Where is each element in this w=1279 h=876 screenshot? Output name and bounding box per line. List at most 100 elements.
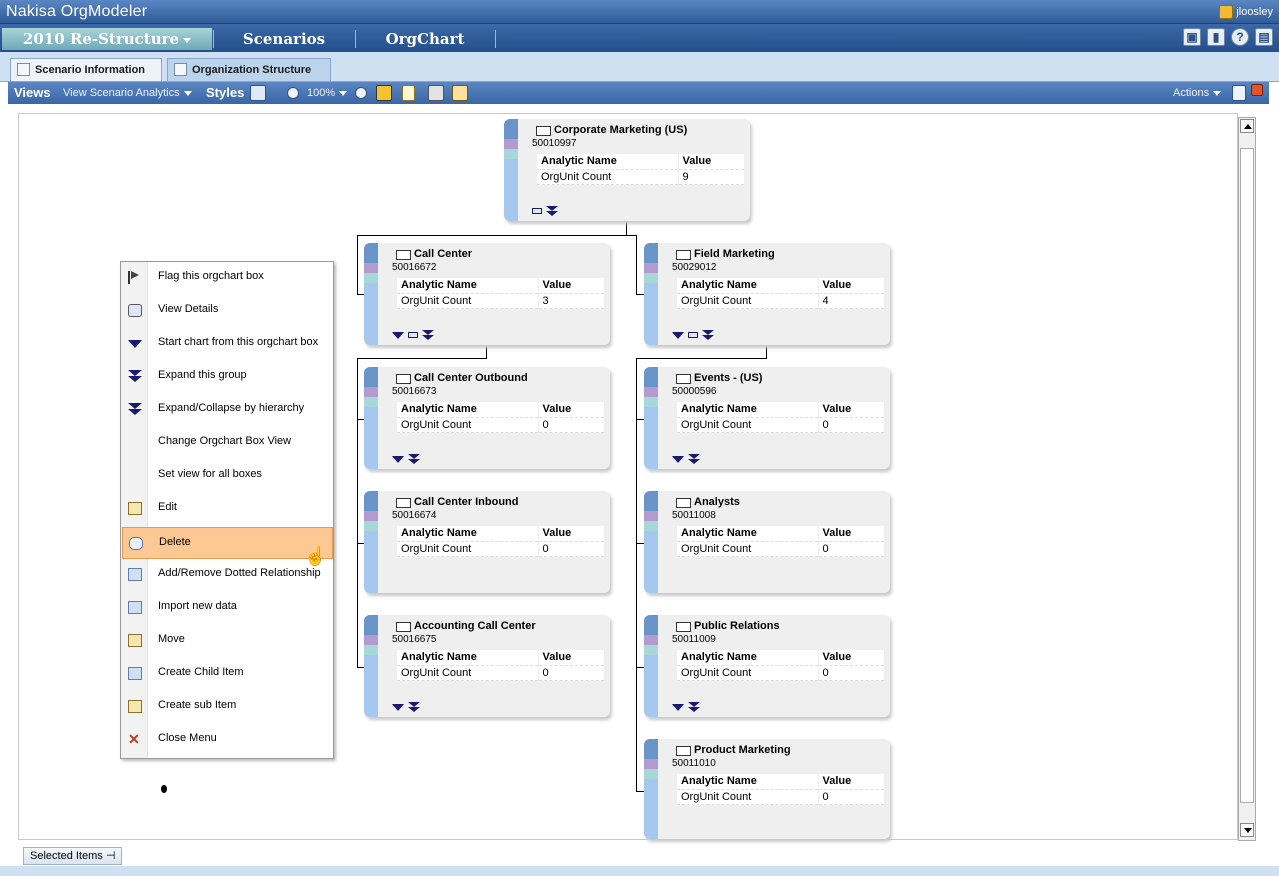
orgchart-box[interactable]: Product Marketing 50011010 Analytic Name… xyxy=(644,739,890,839)
main-nav: 2010 Re-Structure Scenarios OrgChart xyxy=(0,24,1279,52)
zoom-in-icon[interactable] xyxy=(355,87,367,99)
menu-item-start-chart[interactable]: Start chart from this orgchart box xyxy=(122,328,333,360)
connector-line xyxy=(357,235,637,236)
analytic-name: OrgUnit Count xyxy=(397,541,539,557)
menu-item-change-box-view[interactable]: Change Orgchart Box View xyxy=(122,427,333,459)
expand-all-icon[interactable] xyxy=(702,330,714,340)
arrow-up-icon xyxy=(1244,124,1252,129)
orgchart-box[interactable]: Analysts 50011008 Analytic Name Value Org… xyxy=(644,491,890,593)
close-icon[interactable] xyxy=(1251,84,1263,96)
selected-items-tab[interactable]: Selected Items ⊣ xyxy=(23,847,123,865)
column-header: Analytic Name xyxy=(397,402,539,418)
menu-item-import[interactable]: Import new data xyxy=(122,592,333,624)
scroll-up-button[interactable] xyxy=(1240,119,1254,133)
expand-all-icon[interactable] xyxy=(688,454,700,464)
analytic-name: OrgUnit Count xyxy=(677,541,819,557)
pin-icon[interactable]: ⊣ xyxy=(106,850,116,862)
user-menu[interactable]: jloosley xyxy=(1219,5,1273,19)
menu-item-expand-collapse[interactable]: Expand/Collapse by hierarchy xyxy=(122,394,333,426)
scenario-selector[interactable]: 2010 Re-Structure xyxy=(2,28,212,50)
analytics-table: Analytic Name Value OrgUnit Count 4 xyxy=(677,278,884,309)
start-chart-icon xyxy=(128,340,142,348)
arrow-down-icon xyxy=(1244,828,1252,833)
menu-item-view-details[interactable]: View Details xyxy=(122,295,333,327)
menu-item-delete[interactable]: Delete xyxy=(122,527,333,559)
orgchart-box[interactable]: Accounting Call Center 50016675 Analytic… xyxy=(364,615,610,717)
vertical-scrollbar[interactable] xyxy=(1238,117,1256,841)
actions-menu[interactable]: Actions xyxy=(1173,82,1222,104)
expand-all-icon[interactable] xyxy=(546,206,558,216)
view-scenario-analytics-menu[interactable]: View Scenario Analytics xyxy=(63,82,192,104)
orgchart-box[interactable]: Call Center Outbound 50016673 Analytic N… xyxy=(364,367,610,469)
collapse-icon[interactable] xyxy=(688,332,698,338)
menu-item-edit[interactable]: Edit xyxy=(122,493,333,525)
menu-item-create-child[interactable]: Create Child Item xyxy=(122,658,333,690)
window-icon[interactable]: ▣ xyxy=(1183,28,1201,46)
drill-down-icon[interactable] xyxy=(672,455,684,463)
expand-all-icon[interactable] xyxy=(422,330,434,340)
box-id: 50011009 xyxy=(672,634,716,645)
analytics-label: View Scenario Analytics xyxy=(63,87,180,99)
menu-item-move[interactable]: Move xyxy=(122,625,333,657)
orgchart-box[interactable]: Call Center 50016672 Analytic Name Value … xyxy=(364,243,610,345)
book-icon[interactable]: ▮ xyxy=(1207,28,1225,46)
analytic-value: 9 xyxy=(678,169,744,185)
print-icon[interactable]: ▤ xyxy=(1255,28,1273,46)
box-title: Call Center Inbound xyxy=(414,496,519,508)
drill-down-icon[interactable] xyxy=(672,331,684,339)
menu-item-dotted-relationship[interactable]: Add/Remove Dotted Relationship xyxy=(122,559,333,591)
sum-icon[interactable] xyxy=(376,85,392,101)
drill-down-icon[interactable] xyxy=(392,331,404,339)
column-header: Value xyxy=(818,402,884,418)
collapse-icon[interactable] xyxy=(408,332,418,338)
zoom-out-icon[interactable] xyxy=(287,87,299,99)
orgchart-box[interactable]: Events - (US) 50000596 Analytic Name Valu… xyxy=(644,367,890,469)
menu-item-label: Start chart from this orgchart box xyxy=(158,336,319,348)
orgchart-box[interactable]: Public Relations 50011009 Analytic Name V… xyxy=(644,615,890,717)
box-color-stripe xyxy=(644,367,658,469)
orgchart-box[interactable]: Corporate Marketing (US) 50010997 Analyt… xyxy=(504,119,750,221)
settings-icon[interactable] xyxy=(1232,85,1246,101)
connector-line xyxy=(636,235,637,295)
expand-all-icon[interactable] xyxy=(688,702,700,712)
box-id: 50016673 xyxy=(392,386,437,397)
expand-all-icon[interactable] xyxy=(408,702,420,712)
box-color-stripe xyxy=(364,243,378,345)
status-bar xyxy=(0,866,1279,876)
hierarchy-icon[interactable] xyxy=(452,85,468,101)
chevron-down-icon xyxy=(1213,90,1222,96)
box-color-stripe xyxy=(504,119,518,221)
orgunit-icon xyxy=(676,498,691,508)
menu-item-close[interactable]: ✕ Close Menu xyxy=(122,724,333,756)
column-header: Value xyxy=(538,526,604,542)
zoom-level[interactable]: 100% xyxy=(307,82,348,104)
analytic-name: OrgUnit Count xyxy=(677,789,819,805)
drill-down-icon[interactable] xyxy=(392,703,404,711)
column-header: Value xyxy=(818,650,884,666)
tab-organization-structure[interactable]: Organization Structure xyxy=(167,58,331,81)
document-icon[interactable] xyxy=(402,85,415,101)
help-icon[interactable]: ? xyxy=(1231,28,1249,46)
orgchart-box[interactable]: Call Center Inbound 50016674 Analytic Na… xyxy=(364,491,610,593)
menu-item-flag[interactable]: Flag this orgchart box xyxy=(122,262,333,294)
scroll-down-button[interactable] xyxy=(1240,823,1254,837)
expand-all-icon[interactable] xyxy=(408,454,420,464)
drill-down-icon[interactable] xyxy=(392,455,404,463)
expand-collapse-icon xyxy=(128,403,142,416)
drill-down-icon[interactable] xyxy=(672,703,684,711)
tab-orgchart[interactable]: OrgChart xyxy=(356,28,494,50)
tab-scenarios[interactable]: Scenarios xyxy=(214,28,354,50)
menu-item-set-view-all[interactable]: Set view for all boxes xyxy=(122,460,333,492)
context-menu: Flag this orgchart box View Details Star… xyxy=(120,261,334,759)
orgchart-box[interactable]: Field Marketing 50029012 Analytic Name Va… xyxy=(644,243,890,345)
analytic-name: OrgUnit Count xyxy=(677,293,819,309)
menu-item-expand-group[interactable]: Expand this group xyxy=(122,361,333,393)
scroll-thumb[interactable] xyxy=(1240,148,1254,803)
tab-scenario-information[interactable]: Scenario Information xyxy=(10,58,162,81)
box-id: 50016672 xyxy=(392,262,437,273)
style-layout-icon[interactable] xyxy=(250,85,266,101)
print-icon[interactable] xyxy=(428,85,444,101)
analytics-table: Analytic Name Value OrgUnit Count 0 xyxy=(397,402,604,433)
collapse-icon[interactable] xyxy=(532,208,542,214)
menu-item-create-sub[interactable]: Create sub Item xyxy=(122,691,333,723)
